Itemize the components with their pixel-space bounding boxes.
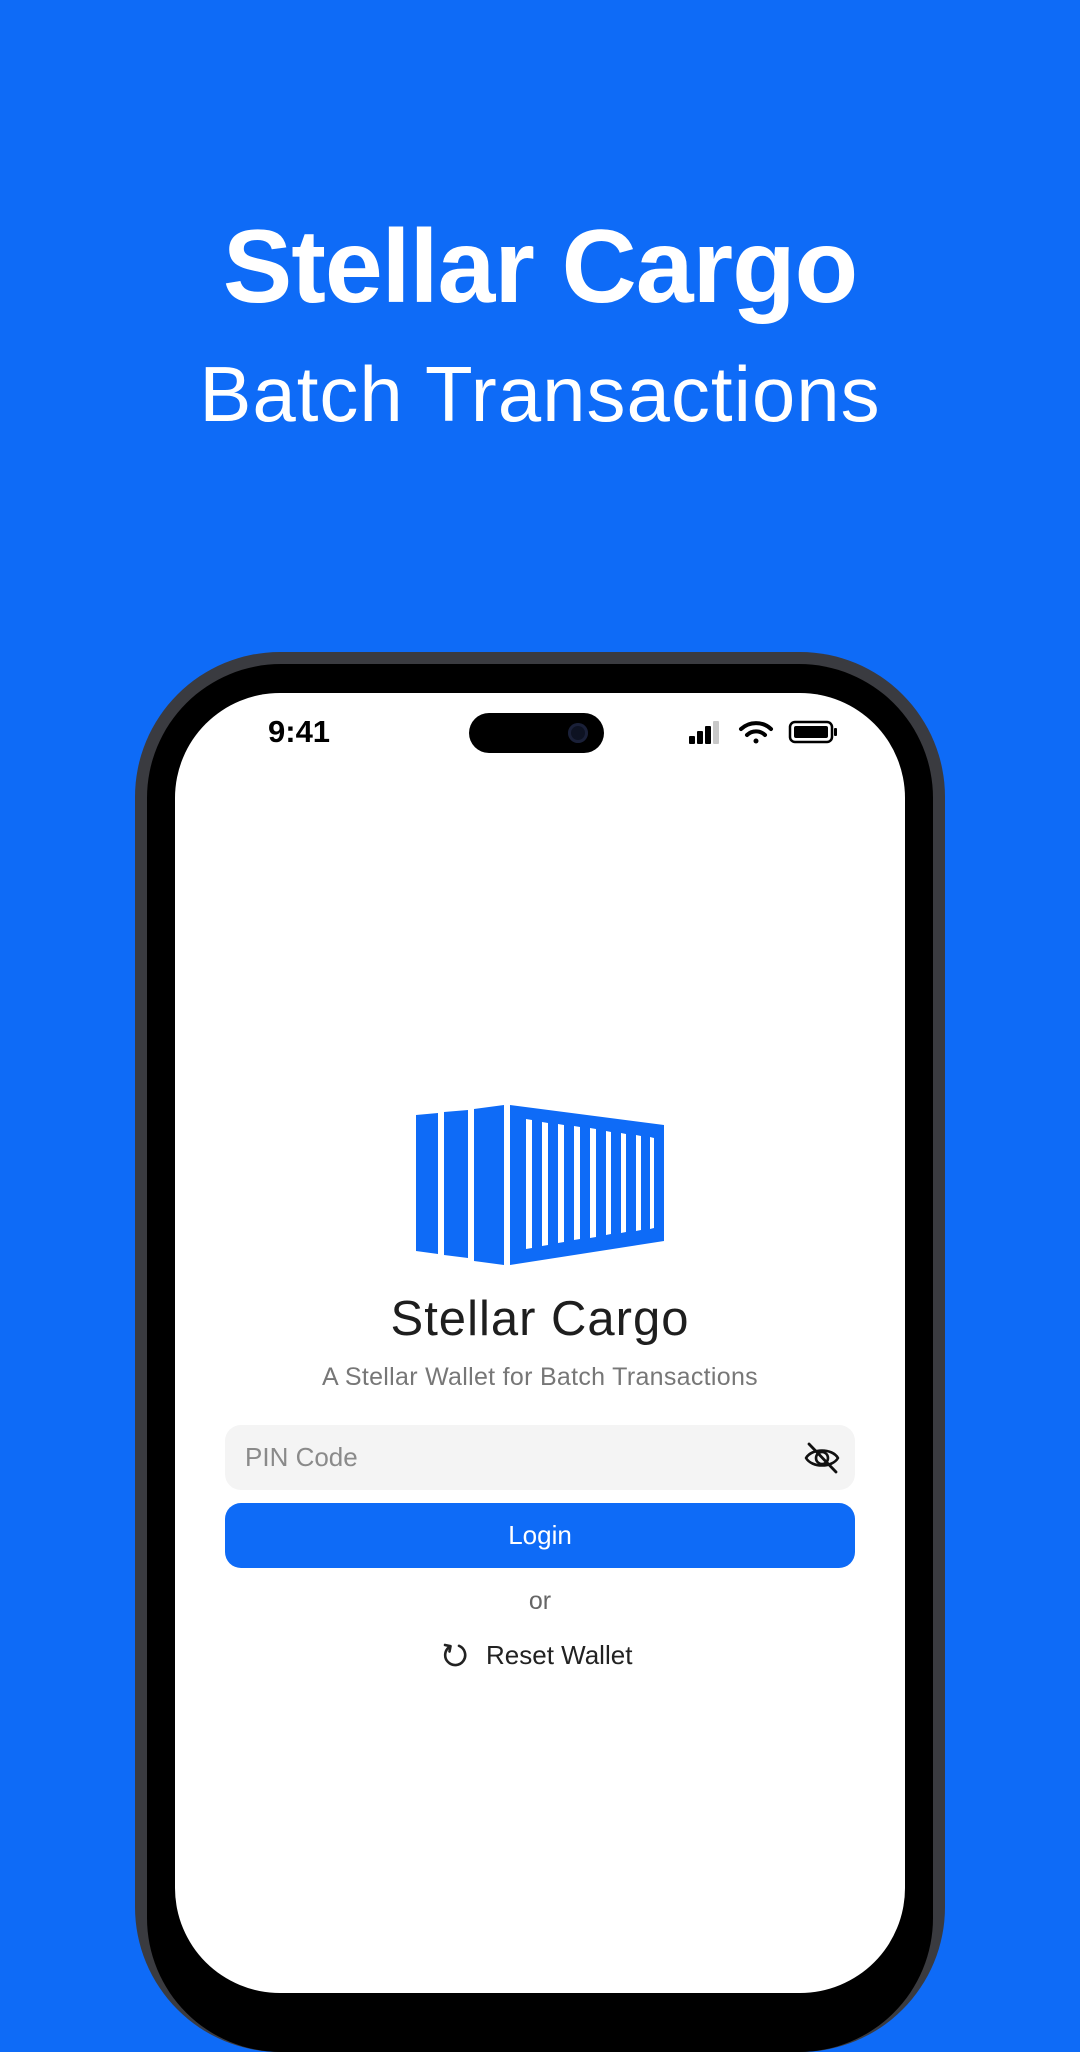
wifi-icon <box>739 721 773 744</box>
login-button[interactable]: Login <box>225 1503 855 1568</box>
dynamic-island <box>469 713 604 753</box>
status-time: 9:41 <box>268 714 331 749</box>
battery-icon <box>788 720 837 744</box>
reset-wallet-label: Reset Wallet <box>486 1640 633 1670</box>
cargo-container-icon <box>416 1105 664 1265</box>
app-title: Stellar Cargo <box>390 1292 690 1346</box>
status-icons <box>689 720 837 744</box>
pin-input[interactable] <box>245 1425 785 1490</box>
promo-headline: Stellar Cargo <box>222 209 858 325</box>
app-subtitle: A Stellar Wallet for Batch Transactions <box>322 1363 758 1391</box>
or-separator: or <box>528 1587 552 1615</box>
refresh-icon <box>443 1643 467 1667</box>
reset-wallet-button[interactable]: Reset Wallet <box>440 1637 632 1673</box>
pin-field[interactable] <box>225 1425 855 1490</box>
eye-off-icon[interactable] <box>803 1439 841 1477</box>
front-camera-icon <box>568 723 588 743</box>
signal-icon <box>689 721 719 744</box>
promo-subheadline: Batch Transactions <box>199 350 881 438</box>
